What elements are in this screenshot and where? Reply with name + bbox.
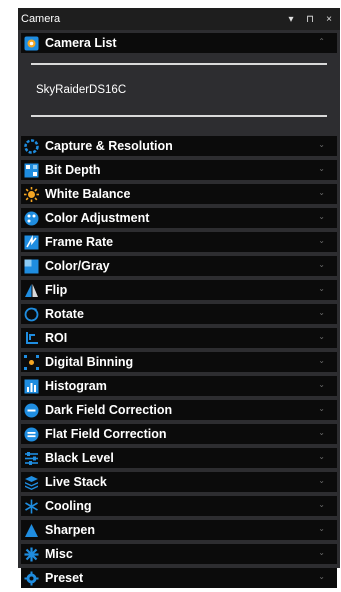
divider bbox=[31, 115, 327, 117]
camera-list-icon bbox=[24, 36, 39, 51]
misc-icon bbox=[24, 547, 39, 562]
section-bit-depth[interactable]: Bit Depth ⌄ bbox=[21, 160, 337, 180]
camera-panel: Camera ▾ ⊓ × Camera List ⌃ SkyRaiderDS16… bbox=[18, 8, 340, 588]
chevron-down-icon: ⌄ bbox=[318, 260, 325, 269]
roi-icon bbox=[24, 331, 39, 346]
section-label: Flip bbox=[45, 283, 68, 297]
section-dark-field-correction[interactable]: Dark Field Correction ⌄ bbox=[21, 400, 337, 420]
section-label: Misc bbox=[45, 547, 73, 561]
panel-title: Camera bbox=[21, 13, 61, 25]
chevron-down-icon: ⌄ bbox=[318, 236, 325, 245]
section-sharpen[interactable]: Sharpen ⌄ bbox=[21, 520, 337, 540]
divider bbox=[31, 63, 327, 65]
color-adjustment-icon bbox=[24, 211, 39, 226]
sharpen-icon bbox=[24, 523, 39, 538]
section-label: ROI bbox=[45, 331, 68, 345]
section-label: Black Level bbox=[45, 451, 114, 465]
section-label: Cooling bbox=[45, 499, 92, 513]
chevron-down-icon: ⌄ bbox=[318, 476, 325, 485]
dropdown-menu-icon[interactable]: ▾ bbox=[286, 14, 296, 25]
chevron-down-icon: ⌄ bbox=[318, 308, 325, 317]
section-capture-resolution[interactable]: Capture & Resolution ⌄ bbox=[21, 136, 337, 156]
section-label: Rotate bbox=[45, 307, 84, 321]
section-label: Frame Rate bbox=[45, 235, 114, 249]
chevron-down-icon: ⌄ bbox=[318, 452, 325, 461]
chevron-down-icon: ⌄ bbox=[318, 548, 325, 557]
camera-list-item[interactable]: SkyRaiderDS16C bbox=[36, 84, 126, 96]
section-label: Capture & Resolution bbox=[45, 139, 173, 153]
section-label: Color Adjustment bbox=[45, 211, 150, 225]
chevron-down-icon: ⌄ bbox=[318, 284, 325, 293]
section-roi[interactable]: ROI ⌄ bbox=[21, 328, 337, 348]
section-label: Flat Field Correction bbox=[45, 427, 167, 441]
histogram-icon bbox=[24, 379, 39, 394]
chevron-down-icon: ⌄ bbox=[318, 500, 325, 509]
section-list: Capture & Resolution ⌄ Bit Depth ⌄ White Bal… bbox=[21, 136, 337, 588]
chevron-down-icon: ⌄ bbox=[318, 212, 325, 221]
section-label: Sharpen bbox=[45, 523, 96, 537]
title-actions: ▾ ⊓ × bbox=[286, 14, 340, 25]
preset-icon bbox=[24, 571, 39, 586]
section-flat-field-correction[interactable]: Flat Field Correction ⌄ bbox=[21, 424, 337, 444]
section-frame-rate[interactable]: Frame Rate ⌄ bbox=[21, 232, 337, 252]
bit-depth-icon bbox=[24, 163, 39, 178]
color-gray-icon bbox=[24, 259, 39, 274]
chevron-up-icon: ⌃ bbox=[318, 37, 325, 46]
section-live-stack[interactable]: Live Stack ⌄ bbox=[21, 472, 337, 492]
frame-rate-icon bbox=[24, 234, 39, 250]
section-label: Color/Gray bbox=[45, 259, 110, 273]
chevron-down-icon: ⌄ bbox=[318, 332, 325, 341]
pin-icon[interactable]: ⊓ bbox=[305, 14, 315, 25]
cooling-icon bbox=[24, 499, 39, 514]
section-preset[interactable]: Preset ⌄ bbox=[21, 568, 337, 588]
dark-field-correction-icon bbox=[24, 403, 39, 418]
close-icon[interactable]: × bbox=[324, 14, 334, 25]
section-label: Digital Binning bbox=[45, 355, 134, 369]
section-label: Histogram bbox=[45, 379, 107, 393]
digital-binning-icon bbox=[24, 354, 39, 370]
section-black-level[interactable]: Black Level ⌄ bbox=[21, 448, 337, 468]
section-flip[interactable]: Flip ⌄ bbox=[21, 280, 337, 300]
black-level-icon bbox=[24, 451, 39, 466]
section-label: Camera List bbox=[45, 36, 117, 50]
chevron-down-icon: ⌄ bbox=[318, 404, 325, 413]
panel-titlebar: Camera ▾ ⊓ × bbox=[18, 8, 340, 30]
section-label: Dark Field Correction bbox=[45, 403, 173, 417]
camera-list-body: SkyRaiderDS16C bbox=[21, 55, 337, 128]
section-camera-list[interactable]: Camera List ⌃ bbox=[21, 33, 337, 53]
flat-field-correction-icon bbox=[24, 427, 39, 442]
chevron-down-icon: ⌄ bbox=[318, 164, 325, 173]
flip-icon bbox=[24, 283, 39, 298]
section-color-adjustment[interactable]: Color Adjustment ⌄ bbox=[21, 208, 337, 228]
section-cooling[interactable]: Cooling ⌄ bbox=[21, 496, 337, 516]
chevron-down-icon: ⌄ bbox=[318, 356, 325, 365]
section-label: White Balance bbox=[45, 187, 131, 201]
chevron-down-icon: ⌄ bbox=[318, 428, 325, 437]
section-label: Bit Depth bbox=[45, 163, 101, 177]
chevron-down-icon: ⌄ bbox=[318, 140, 325, 149]
section-label: Preset bbox=[45, 571, 84, 585]
chevron-down-icon: ⌄ bbox=[318, 524, 325, 533]
panel-content: Camera List ⌃ SkyRaiderDS16C Capture & R… bbox=[21, 33, 337, 592]
chevron-down-icon: ⌄ bbox=[318, 572, 325, 581]
section-rotate[interactable]: Rotate ⌄ bbox=[21, 304, 337, 324]
chevron-down-icon: ⌄ bbox=[318, 380, 325, 389]
section-color-gray[interactable]: Color/Gray ⌄ bbox=[21, 256, 337, 276]
section-histogram[interactable]: Histogram ⌄ bbox=[21, 376, 337, 396]
section-label: Live Stack bbox=[45, 475, 107, 489]
rotate-icon bbox=[24, 307, 39, 322]
section-white-balance[interactable]: White Balance ⌄ bbox=[21, 184, 337, 204]
live-stack-icon bbox=[24, 475, 39, 490]
chevron-down-icon: ⌄ bbox=[318, 188, 325, 197]
capture-resolution-icon bbox=[24, 138, 39, 154]
white-balance-icon bbox=[24, 186, 39, 202]
section-misc[interactable]: Misc ⌄ bbox=[21, 544, 337, 564]
section-digital-binning[interactable]: Digital Binning ⌄ bbox=[21, 352, 337, 372]
